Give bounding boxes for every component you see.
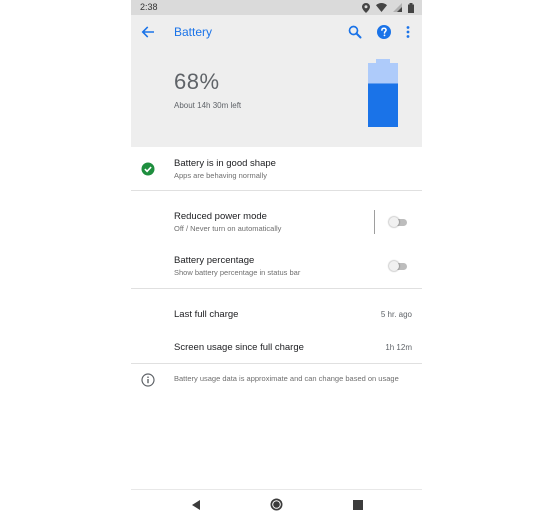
battery-percentage-summary: Show battery percentage in status bar	[174, 268, 301, 277]
more-vert-icon	[406, 26, 410, 38]
battery-tip[interactable]: Battery is in good shape Apps are behavi…	[131, 150, 422, 190]
signal-icon	[393, 3, 402, 12]
last-full-charge-label: Last full charge	[174, 309, 239, 320]
battery-status-icon	[408, 2, 414, 13]
nav-recents-icon[interactable]	[353, 500, 363, 510]
app-bar: Battery	[131, 15, 422, 49]
tip-subtitle: Apps are behaving normally	[174, 171, 267, 180]
battery-summary: 68% About 14h 30m left	[131, 49, 422, 147]
phone-screen: 2:38 Battery 68% About 14h 30m left Batt…	[131, 0, 422, 522]
info-icon	[141, 373, 155, 387]
arrow-back-icon	[141, 26, 154, 38]
search-button[interactable]	[347, 24, 363, 40]
navigation-bar	[131, 489, 422, 522]
divider	[131, 288, 422, 289]
back-button[interactable]	[140, 24, 156, 40]
setting-battery-percentage[interactable]: Battery percentage Show battery percenta…	[131, 248, 422, 284]
screen-usage-label: Screen usage since full charge	[174, 342, 304, 353]
usage-screen-since-charge[interactable]: Screen usage since full charge 1h 12m	[131, 333, 422, 361]
check-circle-icon	[141, 162, 155, 176]
usage-last-full-charge[interactable]: Last full charge 5 hr. ago	[131, 300, 422, 328]
battery-percentage-label: Battery percentage	[174, 255, 255, 266]
status-time: 2:38	[140, 2, 158, 12]
battery-percentage-toggle[interactable]	[389, 261, 407, 271]
battery-percent: 68%	[174, 69, 220, 94]
nav-back-icon[interactable]	[190, 499, 202, 511]
search-icon	[348, 25, 362, 39]
tip-title: Battery is in good shape	[174, 158, 276, 169]
page-title: Battery	[174, 25, 213, 39]
vertical-separator	[374, 210, 375, 234]
divider	[131, 363, 422, 364]
divider	[131, 190, 422, 191]
reduced-power-mode-label: Reduced power mode	[174, 211, 267, 222]
help-button[interactable]	[376, 24, 392, 40]
help-icon	[377, 25, 391, 39]
wifi-icon	[376, 3, 387, 12]
reduced-power-mode-summary: Off / Never turn on automatically	[174, 224, 282, 233]
reduced-power-mode-toggle[interactable]	[389, 217, 407, 227]
battery-level-icon	[368, 59, 398, 127]
screen-usage-value: 1h 12m	[385, 343, 412, 352]
status-bar: 2:38	[131, 0, 422, 15]
location-icon	[362, 2, 370, 13]
last-full-charge-value: 5 hr. ago	[380, 310, 412, 319]
nav-home-icon[interactable]	[270, 498, 283, 511]
usage-info-note: Battery usage data is approximate and ca…	[174, 374, 399, 383]
status-icons	[362, 2, 414, 13]
battery-time-left: About 14h 30m left	[174, 101, 242, 110]
setting-reduced-power-mode[interactable]: Reduced power mode Off / Never turn on a…	[131, 204, 422, 240]
more-options-button[interactable]	[403, 24, 413, 40]
